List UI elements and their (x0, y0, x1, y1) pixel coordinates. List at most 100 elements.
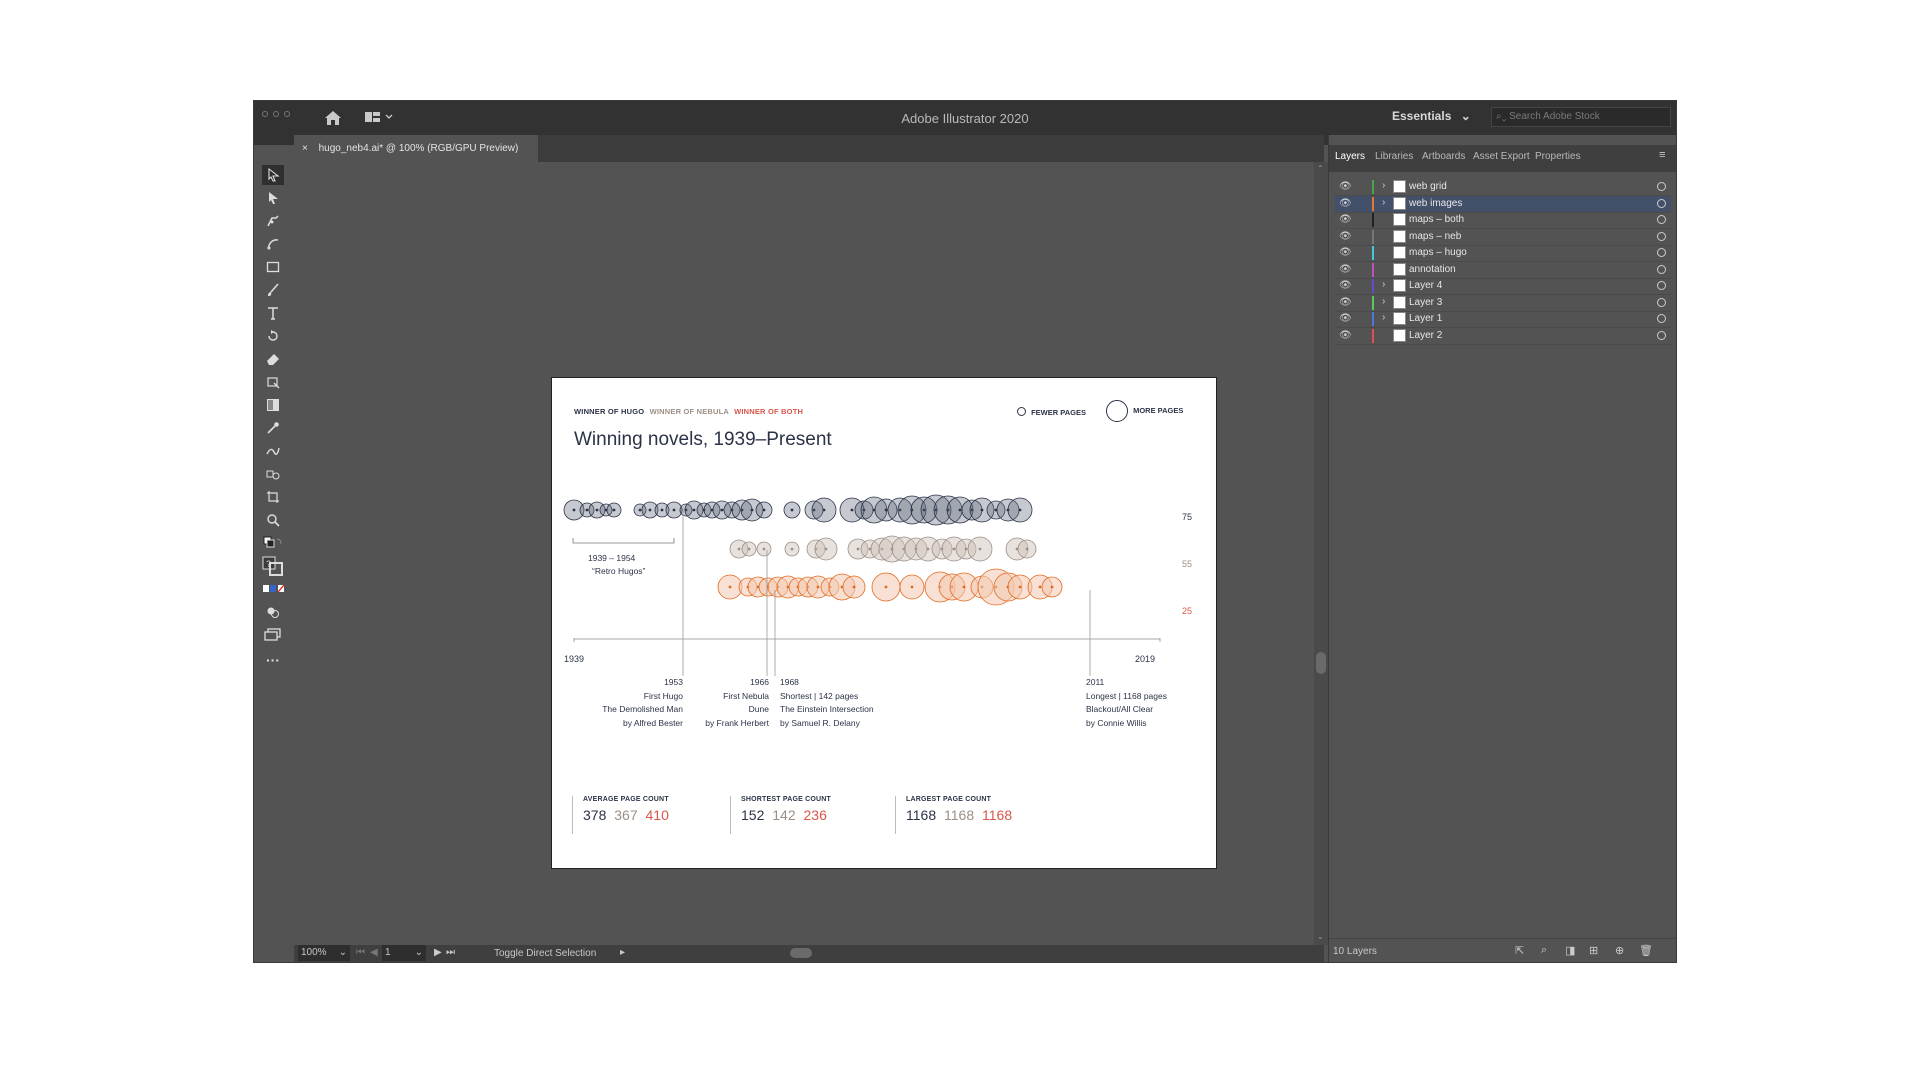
panel-menu-icon[interactable]: ≡ (1659, 149, 1665, 161)
last-artboard-icon[interactable]: ⏭ (446, 947, 455, 958)
free-transform-icon (267, 377, 280, 389)
document-tab[interactable]: × hugo_neb4.ai* @ 100% (RGB/GPU Preview) (294, 135, 538, 162)
horizontal-scrollbar[interactable] (634, 948, 1314, 959)
eye-icon[interactable]: 👁 (1339, 280, 1352, 291)
tab-properties[interactable]: Properties (1535, 151, 1581, 162)
target-icon[interactable] (1657, 215, 1666, 224)
gradient-tool-button[interactable] (262, 395, 284, 415)
layer-row[interactable]: 👁 annotation (1335, 262, 1671, 279)
trash-icon[interactable]: 🗑 (1639, 944, 1653, 957)
layer-color-bar (1372, 312, 1374, 326)
annotation-line: 1966 (750, 677, 769, 687)
color-mode-buttons[interactable] (262, 579, 284, 599)
target-icon[interactable] (1657, 297, 1666, 307)
clipping-mask-icon[interactable]: ◨ (1565, 944, 1575, 957)
symbol-sprayer-tool-button[interactable] (262, 464, 284, 484)
new-sublayer-icon[interactable]: ⊞ (1589, 944, 1598, 957)
vertical-scrollbar[interactable]: ⌃ ⌄ (1314, 162, 1328, 945)
target-icon[interactable] (1657, 314, 1666, 323)
status-menu-icon[interactable]: ▸ (620, 947, 625, 958)
draw-mode-button[interactable] (262, 602, 284, 622)
tab-artboards[interactable]: Artboards (1422, 151, 1465, 162)
tab-asset-export[interactable]: Asset Export (1473, 151, 1530, 162)
artboard-select[interactable]: 1 ⌄ (382, 945, 426, 961)
eye-icon[interactable]: 👁 (1339, 264, 1352, 275)
workspace-switcher[interactable]: Essentials ⌄ (1392, 109, 1471, 123)
annotation-first-hugo: 1953 First Hugo The Demolished Man by Al… (602, 676, 683, 730)
layer-row[interactable]: 👁 › Layer 4 (1335, 278, 1671, 295)
collect-export-icon[interactable]: ⇱ (1515, 944, 1524, 957)
layer-row[interactable]: 👁 maps – neb (1335, 229, 1671, 246)
close-tab-icon[interactable]: × (302, 143, 308, 154)
first-artboard-icon[interactable]: ⏮ (356, 947, 365, 958)
direct-selection-tool-button[interactable] (262, 188, 284, 208)
layer-row[interactable]: 👁 › Layer 3 (1335, 295, 1671, 312)
edit-toolbar-button[interactable]: ··· (262, 650, 284, 670)
blend-icon (266, 447, 280, 455)
type-tool-button[interactable] (262, 303, 284, 323)
canvas-area[interactable]: WINNER OF HUGO WINNER OF NEBULA WINNER O… (294, 162, 1324, 945)
expand-chevron-icon[interactable]: › (1382, 312, 1385, 323)
eye-icon[interactable]: 👁 (1339, 330, 1352, 341)
zoom-tool-button[interactable] (262, 510, 284, 530)
next-artboard-icon[interactable]: ▶ (434, 947, 442, 958)
eye-icon[interactable]: 👁 (1339, 214, 1352, 225)
target-icon[interactable] (1657, 281, 1666, 290)
stock-search-input[interactable]: ⌕⌄ Search Adobe Stock (1491, 107, 1671, 127)
screen-mode-button[interactable] (262, 625, 284, 645)
stat-values: 1168 1168 1168 (906, 807, 1026, 823)
rectangle-icon (266, 261, 280, 273)
stat-average: AVERAGE PAGE COUNT 378 367 410 (572, 796, 703, 834)
free-transform-tool-button[interactable] (262, 372, 284, 392)
panel-tabs: Layers Libraries Artboards Asset Export … (1329, 145, 1676, 172)
fill-stroke-widget[interactable]: ? (262, 556, 284, 576)
scroll-thumb[interactable] (1316, 652, 1326, 674)
target-icon[interactable] (1657, 231, 1666, 241)
eye-icon[interactable]: 👁 (1339, 181, 1352, 192)
target-icon[interactable] (1657, 182, 1666, 191)
layer-row[interactable]: 👁 maps – hugo (1335, 245, 1671, 262)
locate-object-icon[interactable]: ⌕ (1541, 944, 1547, 957)
eye-icon[interactable]: 👁 (1339, 297, 1352, 308)
zoom-select[interactable]: 100% ⌄ (298, 945, 350, 961)
expand-chevron-icon[interactable]: › (1382, 180, 1385, 191)
horizontal-scroll-thumb[interactable] (790, 948, 812, 958)
legend-fewer-label: FEWER PAGES (1031, 408, 1086, 417)
tab-layers[interactable]: Layers (1335, 151, 1365, 162)
scroll-up-icon[interactable]: ⌃ (1317, 164, 1324, 173)
eyedropper-tool-button[interactable] (262, 418, 284, 438)
tab-libraries[interactable]: Libraries (1375, 151, 1413, 162)
eye-icon[interactable]: 👁 (1339, 247, 1352, 258)
curvature-tool-button[interactable] (262, 234, 284, 254)
rectangle-tool-button[interactable] (262, 257, 284, 277)
target-icon[interactable] (1657, 264, 1666, 274)
target-icon[interactable] (1657, 198, 1666, 208)
eye-icon[interactable]: 👁 (1339, 198, 1352, 209)
expand-chevron-icon[interactable]: › (1382, 197, 1385, 208)
fill-stroke-swap-button[interactable] (262, 533, 284, 553)
annotation-line: by Samuel R. Delany (780, 717, 860, 728)
paintbrush-tool-button[interactable] (262, 280, 284, 300)
expand-chevron-icon[interactable]: › (1382, 279, 1385, 290)
eye-icon[interactable]: 👁 (1339, 313, 1352, 324)
scroll-down-icon[interactable]: ⌄ (1317, 932, 1324, 941)
layer-row[interactable]: 👁 maps – both (1335, 212, 1671, 229)
previous-artboard-icon[interactable]: ◀ (370, 947, 378, 958)
eraser-tool-button[interactable] (262, 349, 284, 369)
target-icon[interactable] (1657, 248, 1666, 257)
stat-hugo: 378 (583, 807, 607, 823)
layer-row[interactable]: 👁 › web images (1335, 195, 1671, 213)
new-layer-icon[interactable]: ⊕ (1615, 944, 1624, 957)
rotate-tool-button[interactable] (262, 326, 284, 346)
eye-icon[interactable]: 👁 (1339, 231, 1352, 242)
layer-row[interactable]: 👁 › Layer 1 (1335, 311, 1671, 328)
target-icon[interactable] (1657, 330, 1666, 340)
blend-tool-button[interactable] (262, 441, 284, 461)
pen-tool-button[interactable] (262, 211, 284, 231)
selection-tool-button[interactable] (262, 165, 284, 185)
curvature-pen-icon (267, 239, 279, 250)
layer-row[interactable]: 👁 Layer 2 (1335, 328, 1671, 345)
layer-row[interactable]: 👁 › web grid (1335, 179, 1671, 196)
expand-chevron-icon[interactable]: › (1382, 296, 1385, 307)
artboard-tool-button[interactable] (262, 487, 284, 507)
